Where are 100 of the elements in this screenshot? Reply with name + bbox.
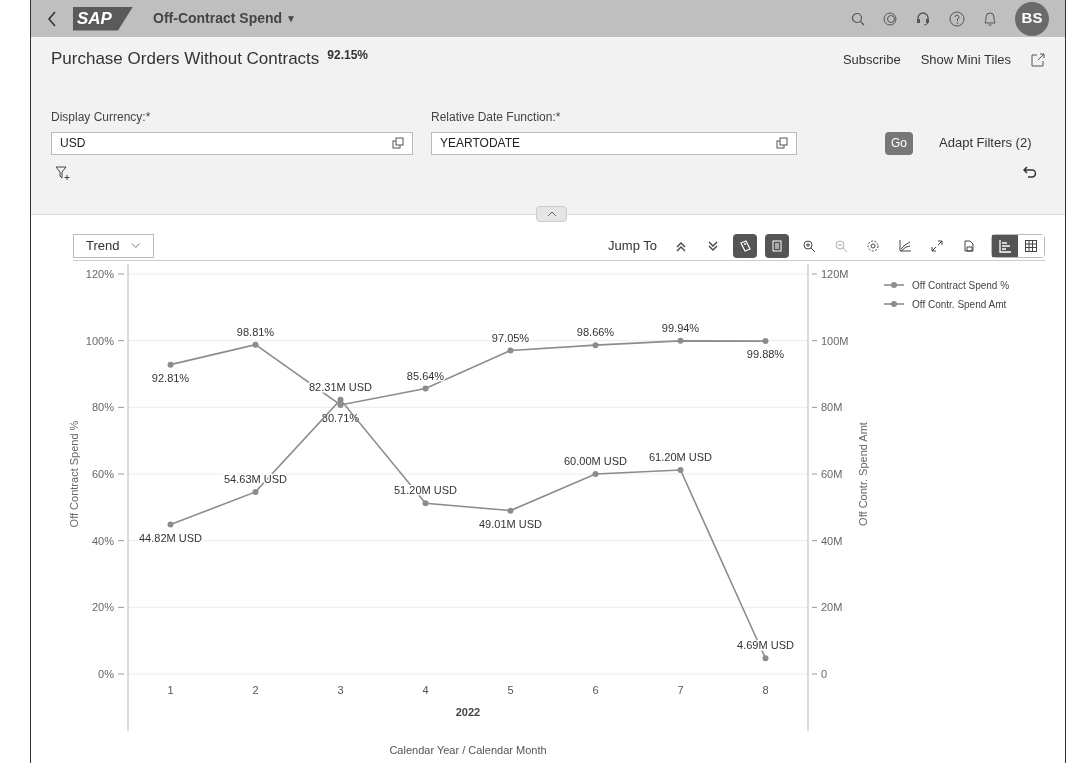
data-point [167, 361, 174, 368]
undo-icon[interactable] [1023, 164, 1037, 179]
filter-label: Display Currency:* [51, 108, 152, 126]
y2-axis-tick-label: 100M [821, 334, 849, 347]
y2-axis-tick-label: 0 [821, 668, 828, 680]
data-label: 51.20M USD [394, 484, 457, 497]
data-point [167, 521, 174, 528]
data-label: 54.63M USD [224, 472, 287, 485]
add-filter-icon[interactable] [55, 164, 71, 181]
x-axis-tick-label: 5 [507, 684, 514, 696]
data-label: 98.66% [576, 326, 615, 339]
x-axis-group-label: 2022 [455, 706, 481, 718]
data-label: 4.69M USD [737, 639, 794, 652]
line-chart-icon [898, 238, 912, 253]
back-icon[interactable] [47, 10, 57, 27]
zoom-out-icon [834, 238, 848, 253]
tag-button[interactable] [733, 233, 757, 258]
data-label: 60.00M USD [564, 455, 627, 467]
chart-view-icon [998, 238, 1012, 253]
headset-icon[interactable] [915, 10, 931, 27]
x-axis-tick-label: 3 [337, 684, 344, 696]
chevron-up-icon [546, 211, 557, 217]
data-point [507, 347, 514, 354]
circles-icon[interactable] [883, 11, 897, 26]
y-axis-tick-label: 0% [98, 668, 114, 680]
y2-axis-tick-label: 120M [821, 268, 849, 280]
zoom-in-icon [802, 238, 816, 253]
x-axis-tick-label: 2 [252, 684, 259, 696]
data-point [592, 342, 599, 349]
y-axis-tick-label: 80% [91, 401, 114, 414]
chevron-down-icon [131, 242, 141, 249]
settings-icon [866, 238, 880, 253]
data-label: 44.82M USD [139, 531, 202, 544]
legend-label: Off Contr. Spend Amt [912, 299, 1007, 310]
header-action-link[interactable]: Subscribe [842, 50, 901, 70]
x-axis-tick-label: 1 [167, 684, 174, 696]
data-point [677, 467, 684, 473]
user-avatar[interactable]: BS [1015, 1, 1049, 36]
x-axis-tick-label: 6 [592, 684, 599, 696]
data-point [762, 338, 769, 345]
table-view-icon [1024, 238, 1038, 253]
bell-icon[interactable] [983, 10, 997, 27]
kpi-value: 92.15% [327, 47, 369, 64]
data-point [422, 500, 429, 507]
list-icon [770, 238, 784, 253]
y-axis-tick-label: 100% [85, 334, 114, 347]
data-label: 80.71% [321, 411, 360, 424]
filter-input-field[interactable]: USD [51, 131, 413, 155]
jump-to-button[interactable]: Jump To [608, 235, 657, 256]
data-label: 92.81% [151, 371, 190, 384]
y2-axis-tick-label: 60M [821, 468, 843, 480]
y2-axis-title: Off Contr. Spend Amt [857, 422, 869, 526]
x-axis-title: Calendar Year / Calendar Month [389, 744, 547, 756]
document-icon [962, 238, 976, 253]
y-axis-tick-label: 20% [91, 601, 114, 614]
data-label: 97.05% [491, 331, 530, 344]
y2-axis-tick-label: 80M [821, 401, 843, 414]
y2-axis-tick-label: 40M [821, 534, 843, 547]
legend-marker-icon [883, 282, 905, 288]
data-point [252, 488, 259, 495]
header-action-link[interactable]: Show Mini Tiles [920, 50, 1011, 70]
data-label: 61.20M USD [649, 451, 712, 463]
filter-input-field[interactable]: YEARTODATE [431, 131, 797, 155]
y-axis-tick-label: 120% [85, 268, 114, 280]
data-label: 49.01M USD [479, 517, 542, 530]
view-dropdown[interactable]: Trend [73, 233, 154, 258]
go-button[interactable]: Go [885, 131, 913, 155]
y2-axis-tick-label: 20M [821, 601, 843, 614]
tag-icon [738, 238, 752, 253]
x-axis-tick-label: 7 [677, 684, 684, 696]
fullscreen-icon [930, 238, 944, 253]
x-axis-tick-label: 8 [762, 684, 769, 696]
page-title: Purchase Orders Without Contracts [51, 48, 320, 70]
search-icon[interactable] [851, 11, 865, 26]
logo[interactable]: SAP [73, 6, 133, 31]
data-label: 99.94% [661, 321, 700, 334]
x-axis-tick-label: 4 [422, 684, 429, 696]
y-axis-tick-label: 60% [91, 468, 114, 480]
value-help-icon[interactable] [776, 137, 788, 149]
data-point [677, 337, 684, 344]
data-label: 82.31M USD [309, 380, 372, 393]
data-point [507, 507, 514, 514]
data-label: 98.81% [236, 325, 275, 338]
share-icon[interactable] [1031, 52, 1045, 67]
help-icon[interactable] [949, 10, 965, 27]
y-axis-tick-label: 40% [91, 534, 114, 547]
chart-view-button[interactable] [992, 234, 1018, 257]
data-point [592, 471, 599, 477]
data-label: 99.88% [746, 348, 785, 361]
y-axis-title: Off Contract Spend % [68, 420, 80, 528]
filter-label: Relative Date Function:* [431, 108, 562, 126]
data-point [422, 385, 429, 392]
list-button[interactable] [765, 233, 789, 258]
adapt-filters-button[interactable]: Adapt Filters (2) [939, 131, 1032, 155]
data-point [762, 655, 769, 662]
legend-label: Off Contract Spend % [912, 280, 1010, 291]
legend-marker-icon [883, 301, 905, 307]
value-help-icon[interactable] [392, 137, 404, 149]
data-label: 85.64% [406, 369, 445, 382]
app-title-menu[interactable]: Off-Contract Spend ▼ [153, 8, 296, 29]
